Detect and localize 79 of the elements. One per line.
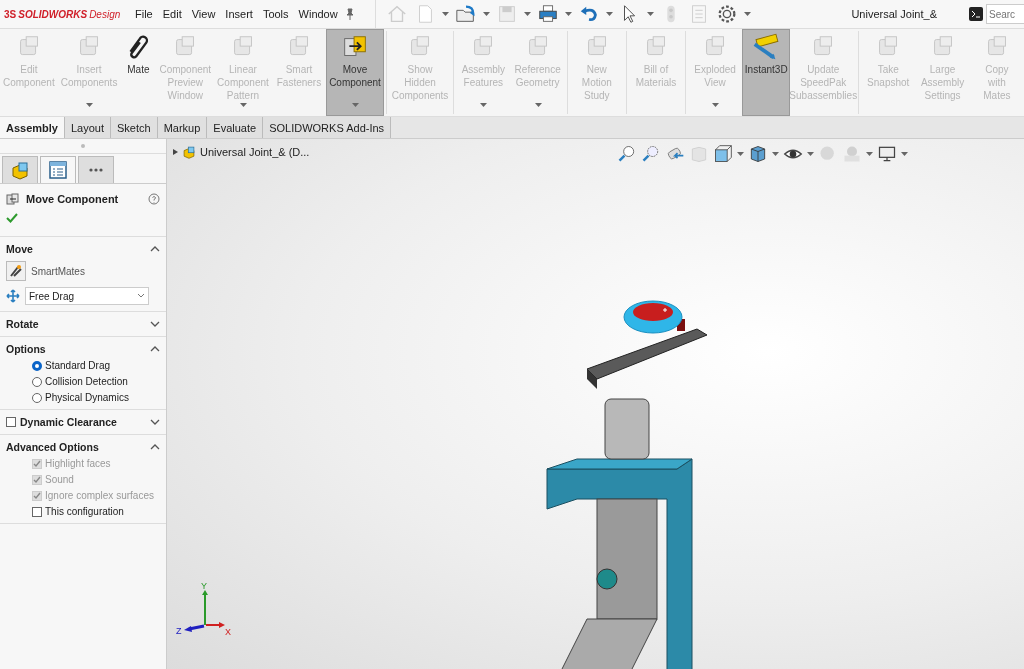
caret-icon[interactable] — [737, 151, 744, 157]
print-icon[interactable] — [536, 3, 559, 25]
search-field[interactable]: Searc — [986, 4, 1024, 24]
caret-icon[interactable] — [605, 11, 613, 17]
command-tab[interactable]: Evaluate — [207, 117, 264, 138]
menu-item[interactable]: File — [130, 8, 158, 20]
section-title: Options — [6, 343, 46, 355]
property-manager-tab[interactable] — [40, 156, 76, 183]
menu-item[interactable]: Window — [293, 8, 343, 20]
brand-edition: Design — [89, 8, 121, 20]
terminal-icon — [969, 7, 983, 21]
command-tab[interactable]: Sketch — [111, 117, 158, 138]
assembly-icon — [182, 145, 196, 159]
caret-icon[interactable] — [743, 11, 751, 17]
ribbon-button[interactable]: Move Component — [326, 29, 384, 116]
feature-tree-tab[interactable] — [2, 156, 38, 183]
smartmates-label: SmartMates — [31, 265, 85, 277]
monitor-icon[interactable] — [877, 144, 897, 164]
help-icon[interactable] — [148, 193, 160, 205]
section-title: Move — [6, 243, 33, 255]
radio-button[interactable] — [32, 360, 42, 371]
caret-icon[interactable] — [482, 11, 490, 17]
expand-arrow-icon[interactable] — [173, 149, 178, 155]
section-title: Advanced Options — [6, 441, 99, 453]
drag-mode-dropdown[interactable]: Free Drag — [25, 287, 149, 305]
checkbox[interactable] — [6, 417, 16, 427]
move-arrows-icon — [6, 289, 20, 303]
checkbox[interactable] — [32, 506, 42, 517]
chevron-icon[interactable] — [150, 345, 160, 353]
menu-item[interactable]: View — [186, 8, 221, 20]
ok-checkmark-icon[interactable] — [6, 212, 18, 224]
zoom-to-fit-icon[interactable] — [617, 144, 637, 164]
section-title: Rotate — [6, 318, 39, 330]
document-title: Universal Joint_& — [851, 8, 937, 20]
caret-icon[interactable] — [564, 11, 572, 17]
radio-button[interactable] — [32, 392, 42, 403]
radio-option[interactable]: Standard Drag — [32, 360, 160, 371]
smartmates-button[interactable] — [6, 261, 26, 281]
radio-option[interactable]: Physical Dynamics — [32, 392, 160, 403]
open-folder-icon[interactable] — [454, 3, 477, 25]
menu-item[interactable]: Edit — [157, 8, 187, 20]
caret-icon[interactable] — [523, 11, 531, 17]
command-tab[interactable]: Markup — [157, 117, 208, 138]
caret-icon[interactable] — [866, 151, 873, 157]
property-list-icon — [48, 160, 68, 180]
pin-icon[interactable] — [344, 8, 355, 20]
more-dots-icon — [89, 168, 103, 172]
ribbon-button[interactable]: Mate — [120, 29, 157, 116]
display-style-icon[interactable] — [748, 144, 768, 164]
move-component-icon — [6, 192, 20, 206]
logo-mark: 3S — [4, 8, 17, 20]
caret-icon[interactable] — [772, 151, 779, 157]
assembly-icon — [10, 160, 30, 180]
caret-icon[interactable] — [352, 103, 359, 108]
brand-name: SOLIDWORKS — [18, 8, 88, 20]
caret-icon[interactable] — [646, 11, 654, 17]
panel-title: Move Component — [26, 193, 120, 205]
chevron-icon[interactable] — [150, 245, 160, 253]
menu-item[interactable]: Insert — [220, 8, 258, 20]
checkbox-option[interactable]: This configuration — [32, 506, 160, 517]
chevron-icon[interactable] — [150, 320, 160, 328]
tree-item[interactable]: Universal Joint_& (D... — [200, 146, 310, 158]
menu-item[interactable]: Tools — [257, 8, 294, 20]
section-title: Dynamic Clearance — [20, 416, 117, 428]
zoom-to-area-icon[interactable] — [641, 144, 661, 164]
chevron-icon[interactable] — [150, 418, 160, 426]
command-tab[interactable]: SOLIDWORKS Add-Ins — [263, 117, 392, 138]
command-tab[interactable]: Layout — [65, 117, 111, 138]
drag-handle-ring-drawing — [622, 297, 684, 337]
ribbon-button[interactable]: Instant3D — [742, 29, 791, 116]
command-tab[interactable]: Assembly — [0, 117, 65, 138]
radio-option[interactable]: Collision Detection — [32, 376, 160, 387]
caret-icon[interactable] — [901, 151, 908, 157]
chevron-down-icon — [137, 293, 145, 299]
caret-icon[interactable] — [807, 151, 814, 157]
view-orientation-icon[interactable] — [713, 144, 733, 164]
radio-button[interactable] — [32, 376, 42, 387]
chevron-icon[interactable] — [150, 443, 160, 451]
caret-icon[interactable] — [441, 11, 449, 17]
